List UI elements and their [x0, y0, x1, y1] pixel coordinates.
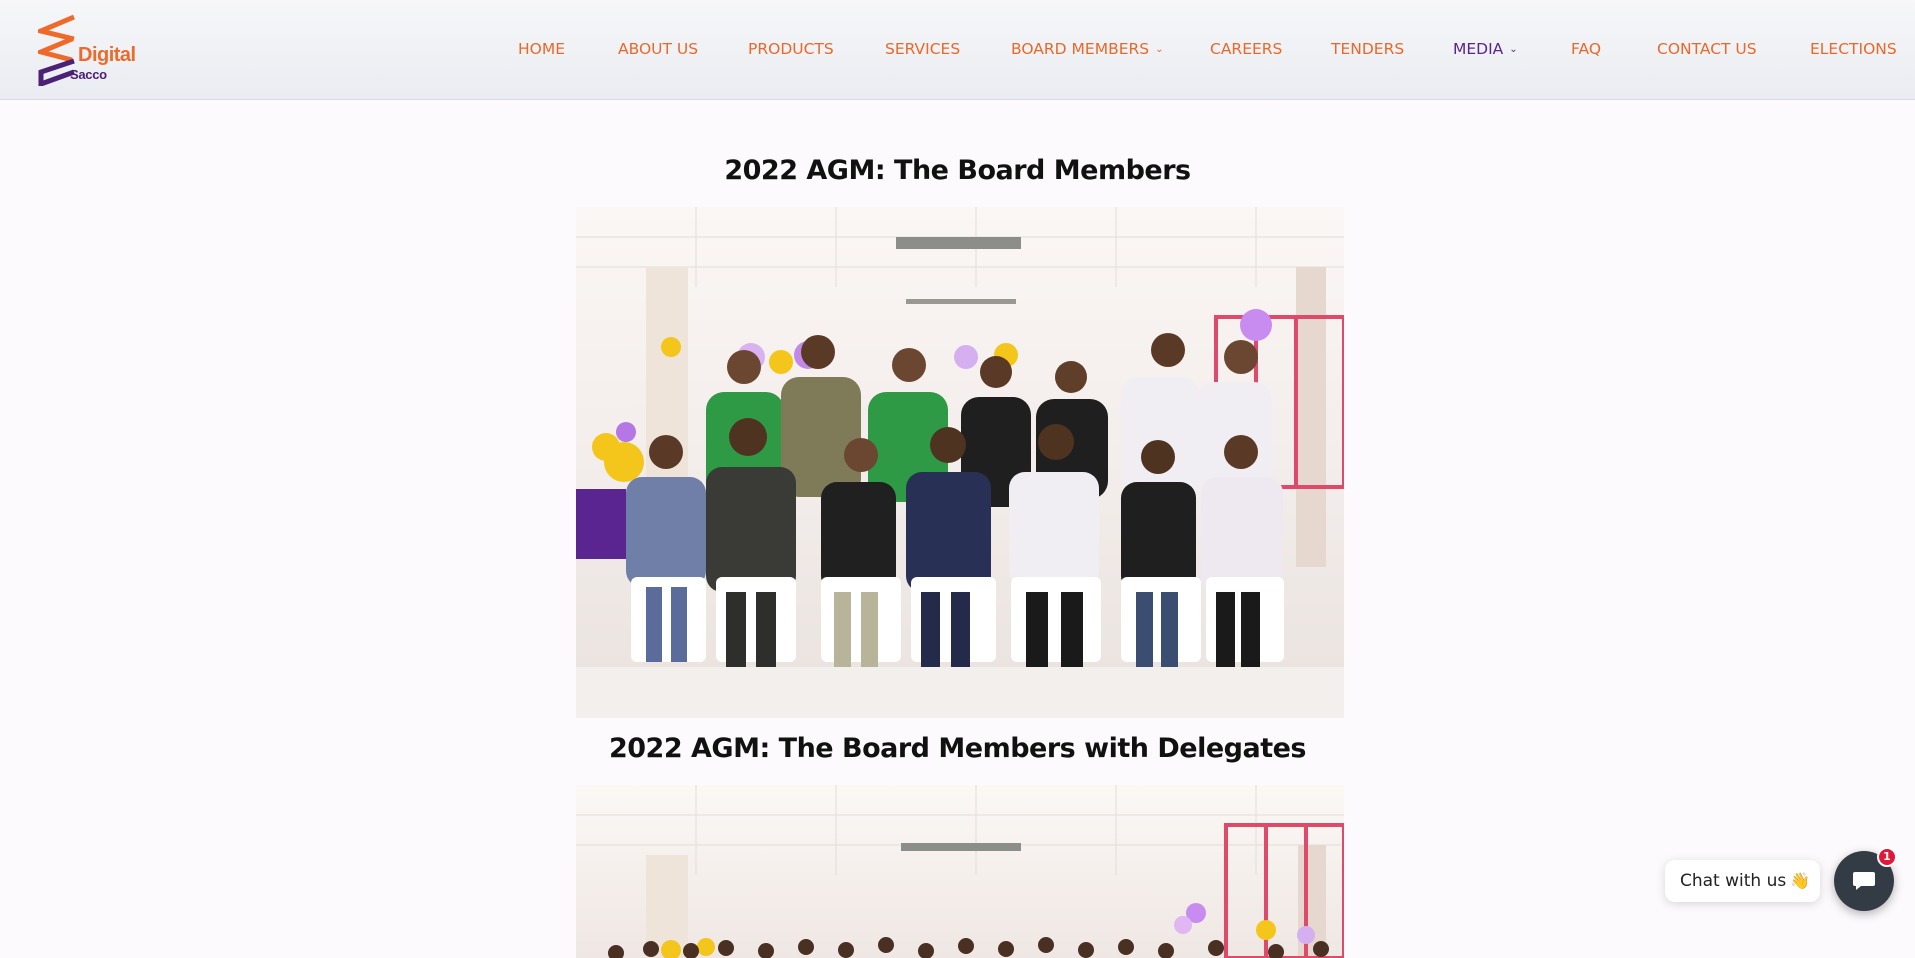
chat-bubble-icon	[1853, 872, 1875, 890]
chat-with-us-prompt[interactable]: Chat with us 👋	[1665, 860, 1820, 902]
nav-careers[interactable]: CAREERS	[1210, 40, 1282, 62]
nav-media-label: MEDIA	[1453, 40, 1504, 58]
nav-board-members[interactable]: BOARD MEMBERS ⌄	[1011, 40, 1164, 62]
nav-elections[interactable]: ELECTIONS	[1810, 40, 1897, 62]
nav-about-us[interactable]: ABOUT US	[618, 40, 698, 62]
board-delegates-photo[interactable]	[576, 785, 1344, 958]
nav-media[interactable]: MEDIA ⌄	[1453, 40, 1518, 62]
unread-count-badge: 1	[1877, 847, 1897, 867]
group-photo-image	[576, 785, 1344, 958]
gallery-heading: 2022 AGM: The Board Members with Delegat…	[608, 733, 1307, 764]
chat-prompt-label: Chat with us	[1680, 871, 1787, 891]
board-members-photo[interactable]	[576, 207, 1344, 718]
gallery-heading: 2022 AGM: The Board Members	[724, 155, 1191, 186]
nav-faq[interactable]: FAQ	[1571, 40, 1601, 62]
nav-home[interactable]: HOME	[518, 40, 565, 62]
nav-tenders[interactable]: TENDERS	[1331, 40, 1404, 62]
chevron-down-icon: ⌄	[1155, 44, 1164, 55]
main-nav: HOME ABOUT US PRODUCTS SERVICES BOARD ME…	[0, 40, 1915, 62]
waving-hand-icon: 👋	[1790, 871, 1811, 890]
logo-word-sacco: Sacco	[70, 67, 107, 82]
group-photo-image	[576, 207, 1344, 718]
nav-products[interactable]: PRODUCTS	[748, 40, 834, 62]
nav-board-members-label: BOARD MEMBERS	[1011, 40, 1150, 58]
site-header: Digital Sacco HOME ABOUT US PRODUCTS SER…	[0, 0, 1915, 100]
nav-services[interactable]: SERVICES	[885, 40, 960, 62]
chevron-down-icon: ⌄	[1509, 44, 1518, 55]
nav-contact-us[interactable]: CONTACT US	[1657, 40, 1757, 62]
